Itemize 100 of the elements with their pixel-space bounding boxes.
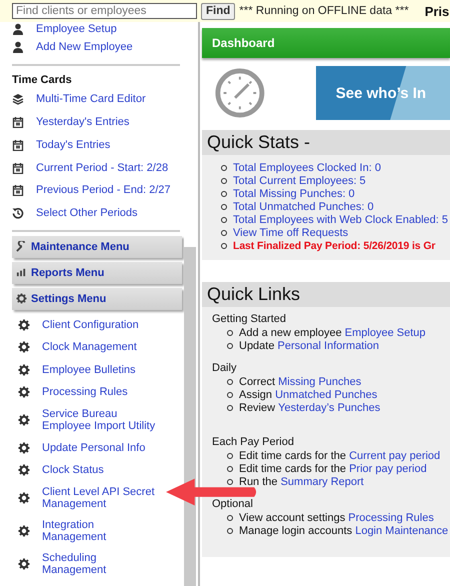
bullet-icon [221,190,227,196]
bullet-icon [221,204,227,210]
quick-link[interactable]: Employee Setup [344,326,426,338]
link-text: Review [239,402,276,414]
settings-icon [18,464,30,476]
settings-icon [18,318,30,331]
bullet-icon [227,392,233,398]
sidebar-link[interactable]: Clock Management [42,341,160,354]
link-text: Assign [239,388,272,400]
search-field[interactable]: Find clients or employees [12,3,197,19]
settings-icon [16,293,27,304]
menu-button[interactable]: Reports Menu [12,262,182,284]
layers-icon [12,93,24,106]
sidebar-link[interactable]: Integration Management [42,518,160,544]
person-icon [12,41,24,54]
bullet-icon [227,452,233,458]
quick-link[interactable]: Personal Information [278,340,380,352]
calendar-icon [12,184,24,196]
stat-link[interactable]: View Time off Requests [233,226,348,238]
sidebar-link[interactable]: Yesterday's Entries [36,116,130,128]
history-icon [12,207,24,220]
sidebar-link[interactable]: Processing Rules [42,386,160,399]
calendar-icon [12,116,24,128]
sidebar-link[interactable]: Clock Status [42,464,160,477]
sidebar-link[interactable]: Employee Bulletins [42,364,160,376]
sidebar-link[interactable]: Multi-Time Card Editor [36,93,146,106]
quick-link[interactable]: Processing Rules [348,512,434,524]
quick-link[interactable]: Prior pay period [349,462,427,474]
stat-link[interactable]: Total Current Employees: 5 [233,174,366,186]
link-text: Edit time cards for the [239,462,346,474]
sidebar-link[interactable]: Select Other Periods [36,207,138,220]
group-heading: Getting Started [212,313,287,326]
sidebar-link[interactable]: Client Configuration [42,318,160,332]
group-heading: Daily [212,362,238,375]
quick-link[interactable]: Current pay period [349,450,440,462]
alert-link[interactable]: Last Finalized Pay Period: 5/26/2019 is Gr [233,240,436,252]
sidebar-link[interactable]: Service Bureau Employee Import Utility [42,408,160,433]
link-text: Correct [239,376,276,388]
quick-link[interactable]: Yesterday’s Punches [278,402,380,414]
sidebar-link[interactable]: Update Personal Info [42,442,160,454]
quick-link[interactable]: Missing Punches [278,376,362,388]
clock-icon [214,66,266,120]
link-text: Edit time cards for the [239,450,346,462]
calendar-icon [12,162,24,174]
sidebar-link[interactable]: Add New Employee [36,41,133,54]
sidebar-link[interactable]: Scheduling Management [42,552,160,577]
bullet-icon [227,514,233,520]
bullet-icon [227,528,233,534]
group-heading: Optional [212,498,254,511]
settings-icon [18,442,30,454]
settings-icon [18,386,30,398]
quick-link[interactable]: Login Maintenance [355,524,448,536]
sidebar-link[interactable]: Employee Setup [36,23,117,35]
page-title: Pris [424,4,450,18]
link-text: View account settings [239,512,346,524]
link-text: Manage login accounts [239,524,352,536]
bullet-icon [227,478,233,484]
wrench-icon [16,241,27,252]
promo-banner[interactable]: See who’s In [316,66,450,120]
bullet-icon [221,216,227,222]
quick-link[interactable]: Unmatched Punches [275,388,378,400]
stat-link[interactable]: Total Unmatched Punches: 0 [233,200,374,212]
bullet-icon [227,466,233,472]
bullet-icon [227,378,233,384]
group-heading: Each Pay Period [212,436,295,449]
calendar-icon [12,138,24,151]
sidebar-link[interactable]: Previous Period - End: 2/27 [36,184,171,196]
find-button[interactable]: Find [201,2,236,20]
link-text: Add a new employee [239,326,342,338]
section-title: Quick Stats - [202,130,450,155]
section-heading: Time Cards [12,72,73,88]
settings-icon [18,558,30,570]
scrollbar-thumb[interactable] [184,247,196,586]
bar-chart-icon [16,267,27,278]
settings-icon [18,414,30,426]
bullet-icon [221,242,227,248]
stat-link[interactable]: Total Missing Punches: 0 [233,188,355,200]
quick-link[interactable]: Summary Report [280,476,364,488]
sidebar-link[interactable]: Today's Entries [36,138,110,151]
stat-link[interactable]: Total Employees with Web Clock Enabled: 5 [233,214,448,226]
person-icon [12,23,24,35]
settings-icon [18,341,30,354]
dashboard-header: Dashboard [202,28,450,58]
section-title: Quick Links [202,282,450,307]
bullet-icon [227,404,233,410]
bullet-icon [221,164,227,170]
sidebar-link[interactable]: Current Period - Start: 2/28 [36,162,168,174]
offline-status: *** Running on OFFLINE data *** [239,5,409,17]
bullet-icon [221,178,227,184]
sidebar-link[interactable]: Client Level API Secret Management [42,486,160,511]
bullet-icon [221,230,227,236]
settings-icon [18,525,30,538]
link-text: Run the [239,476,278,488]
bullet-icon [227,330,233,336]
settings-icon [18,492,30,504]
menu-button[interactable]: Maintenance Menu [12,236,182,258]
stat-link[interactable]: Total Employees Clocked In: 0 [233,162,381,174]
menu-button[interactable]: Settings Menu [12,288,182,310]
link-text: Update [239,340,274,352]
bullet-icon [227,342,233,348]
